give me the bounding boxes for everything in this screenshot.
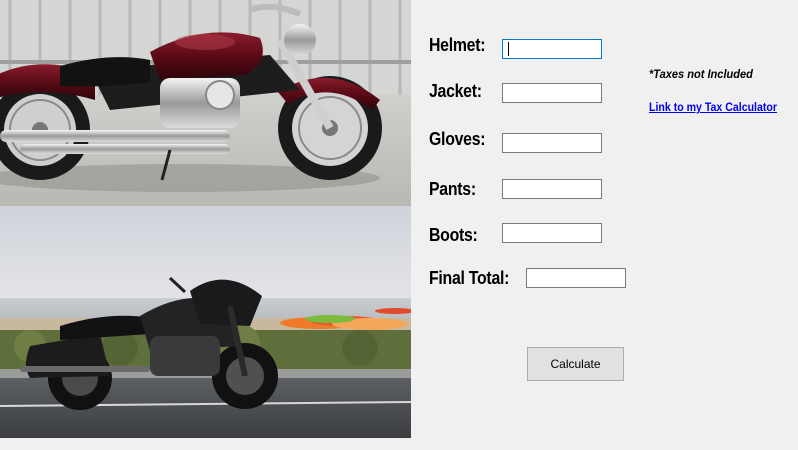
helmet-input[interactable] [502,39,602,59]
final-total-input[interactable] [526,268,626,288]
text-cursor [508,42,509,56]
jacket-input[interactable] [502,83,602,103]
gloves-input[interactable] [502,133,602,153]
helmet-label: Helmet: [429,35,486,55]
jacket-label: Jacket: [429,81,482,101]
pants-label: Pants: [429,179,476,199]
taxes-note: *Taxes not Included [649,67,753,81]
calculate-button[interactable]: Calculate [527,347,624,381]
boots-input[interactable] [502,223,602,243]
pants-input[interactable] [502,179,602,199]
gloves-label: Gloves: [429,129,486,149]
boots-label: Boots: [429,225,478,245]
tax-calculator-link[interactable]: Link to my Tax Calculator [649,102,777,114]
cruiser-motorcycle-image [0,0,411,206]
touring-motorcycle-image [0,206,411,438]
final-total-label: Final Total: [429,268,510,288]
